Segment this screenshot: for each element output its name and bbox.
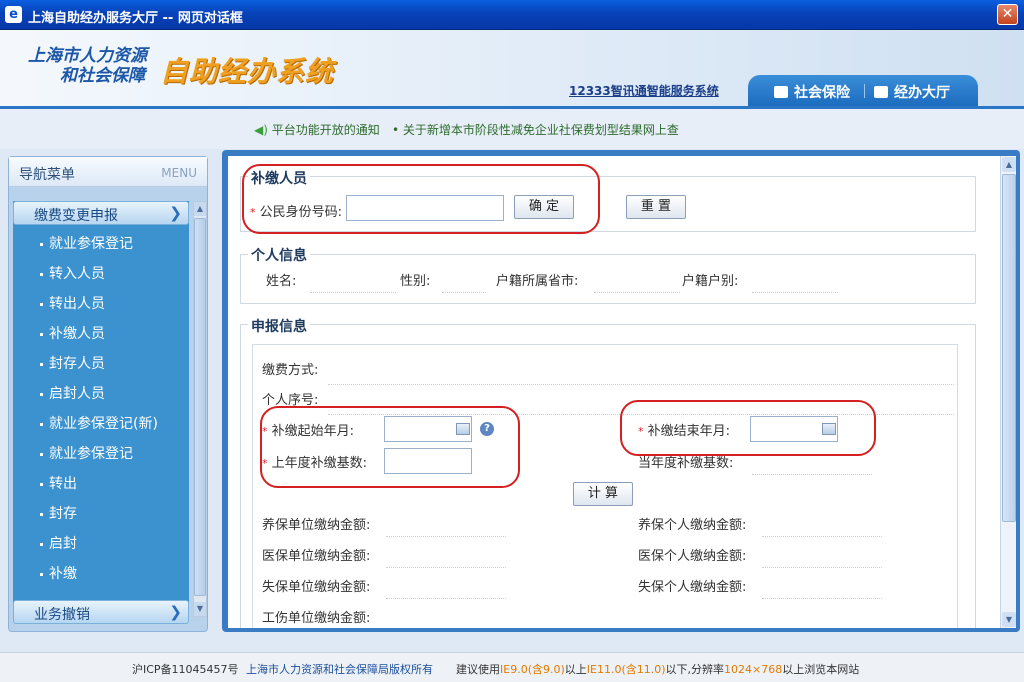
scroll-thumb[interactable] xyxy=(194,218,206,596)
form-content: 补缴人员 * 公民身份号码: 确 定 重 置 个人信息 姓名: 性别: 户籍所属… xyxy=(228,156,1000,628)
copyright-text: 上海市人力资源和社会保障局版权所有 xyxy=(246,663,433,676)
sidebar-group-revoke[interactable]: 业务撤销 ❯ xyxy=(13,600,189,624)
tab-service-hall[interactable]: 经办大厅 xyxy=(874,82,950,102)
window-title-bar: e 上海自助经办服务大厅 -- 网页对话框 ✕ xyxy=(0,0,1024,30)
chevron-right-icon: ❯ xyxy=(169,204,182,222)
pension-unit-label: 养保单位缴纳金额: xyxy=(262,518,371,533)
sidebar-menu: 就业参保登记 转入人员 转出人员 补缴人员 封存人员 启封人员 就业参保登记(新… xyxy=(13,229,189,589)
tab-divider xyxy=(864,84,865,98)
pension-personal-value-line xyxy=(762,536,882,537)
brand-line2: 和社会保障 xyxy=(60,66,145,86)
section-personal-info xyxy=(240,254,976,304)
gender-value-line xyxy=(442,292,486,293)
sidebar-item[interactable]: 转入人员 xyxy=(13,259,189,289)
notice-item[interactable]: • 关于新增本市阶段性减免企业社保费划型结果网上查 xyxy=(392,121,679,138)
sidebar-item[interactable]: 就业参保登记 xyxy=(13,439,189,469)
speaker-icon: ◀) xyxy=(254,123,268,137)
unemployment-unit-label: 失保单位缴纳金额: xyxy=(262,580,371,595)
sidebar-item[interactable]: 启封人员 xyxy=(13,379,189,409)
main-panel: 补缴人员 * 公民身份号码: 确 定 重 置 个人信息 姓名: 性别: 户籍所属… xyxy=(222,150,1020,632)
pay-method-value-line xyxy=(328,384,954,385)
content-scrollbar[interactable]: ▲ ▼ xyxy=(1000,156,1016,628)
hukou-type-value-line xyxy=(752,292,838,293)
unemployment-unit-value-line xyxy=(386,598,506,599)
notice-item[interactable]: ◀) 平台功能开放的通知 xyxy=(254,121,380,138)
group-label: 业务撤销 xyxy=(34,607,90,623)
sidebar-title-en: MENU xyxy=(161,166,197,180)
name-value-line xyxy=(310,292,396,293)
monitor-icon xyxy=(774,86,788,98)
scroll-down-icon[interactable]: ▼ xyxy=(1002,612,1016,627)
unemployment-personal-label: 失保个人缴纳金额: xyxy=(638,580,747,595)
window-title: 上海自助经办服务大厅 -- 网页对话框 xyxy=(28,11,243,26)
sidebar-item[interactable]: 就业参保登记(新) xyxy=(13,409,189,439)
sidebar-item[interactable]: 启封 xyxy=(13,529,189,559)
highlight-mark xyxy=(242,164,600,234)
hall-icon xyxy=(874,86,888,98)
hukou-type-label: 户籍户别: xyxy=(682,274,739,289)
scroll-down-icon[interactable]: ▼ xyxy=(194,602,206,616)
injury-unit-label: 工伤单位缴纳金额: xyxy=(262,611,371,626)
header-tab-bar: 社会保险 经办大厅 xyxy=(748,75,978,106)
tab-social-insurance[interactable]: 社会保险 xyxy=(774,82,850,102)
chevron-right-icon: ❯ xyxy=(169,603,182,621)
brand-line1: 上海市人力资源 xyxy=(28,46,147,66)
pay-method-label: 缴费方式: xyxy=(262,363,319,378)
medical-unit-label: 医保单位缴纳金额: xyxy=(262,549,371,564)
highlight-mark xyxy=(620,400,876,456)
reset-button[interactable]: 重 置 xyxy=(626,195,686,219)
sidebar-item[interactable]: 转出 xyxy=(13,469,189,499)
sidebar-group-fee-change[interactable]: 缴费变更申报 ❯ xyxy=(13,201,189,225)
calculate-button[interactable]: 计 算 xyxy=(573,482,633,506)
brand-logo: 上海市人力资源 和社会保障 xyxy=(28,46,147,86)
sidebar-item[interactable]: 补缴人员 xyxy=(13,319,189,349)
sidebar-item[interactable]: 封存 xyxy=(13,499,189,529)
page-footer: 沪ICP备11045457号 上海市人力资源和社会保障局版权所有 建议使用IE9… xyxy=(0,652,1024,682)
sidebar-header: 导航菜单 MENU xyxy=(9,157,207,187)
group-label: 缴费变更申报 xyxy=(34,208,118,224)
medical-personal-label: 医保个人缴纳金额: xyxy=(638,549,747,564)
sidebar-item[interactable]: 就业参保登记 xyxy=(13,229,189,259)
section-legend: 申报信息 xyxy=(248,316,310,336)
highlight-mark xyxy=(260,406,520,488)
ie-app-icon: e xyxy=(5,6,22,23)
province-value-line xyxy=(594,292,680,293)
sidebar-item[interactable]: 转出人员 xyxy=(13,289,189,319)
section-legend: 个人信息 xyxy=(248,245,310,265)
gender-label: 性别: xyxy=(400,274,431,289)
unemployment-personal-value-line xyxy=(762,598,882,599)
notice-bar: ◀) 平台功能开放的通知 • 关于新增本市阶段性减免企业社保费划型结果网上查 xyxy=(0,109,1024,149)
medical-personal-value-line xyxy=(762,567,882,568)
sidebar-title: 导航菜单 xyxy=(19,167,75,183)
scroll-thumb[interactable] xyxy=(1002,174,1016,522)
close-button[interactable]: ✕ xyxy=(997,4,1018,25)
browser-advice: 建议使用IE9.0(含9.0)以上IE11.0(含11.0)以下,分辨率1024… xyxy=(456,663,860,676)
name-label: 姓名: xyxy=(266,274,297,289)
sidebar-scrollbar[interactable]: ▲ ▼ xyxy=(193,201,207,617)
pension-unit-value-line xyxy=(386,536,506,537)
this-year-base-value-line xyxy=(752,474,872,475)
sidebar-item[interactable]: 封存人员 xyxy=(13,349,189,379)
system-name: 自助经办系统 xyxy=(160,55,335,88)
site-header: 上海市人力资源 和社会保障 自助经办系统 12333智讯通智能服务系统 社会保险… xyxy=(0,30,1024,106)
nav-sidebar: 导航菜单 MENU 缴费变更申报 ❯ 就业参保登记 转入人员 转出人员 补缴人员… xyxy=(8,156,208,632)
icp-text: 沪ICP备11045457号 xyxy=(132,663,239,676)
scroll-up-icon[interactable]: ▲ xyxy=(1002,157,1016,172)
pension-personal-label: 养保个人缴纳金额: xyxy=(638,518,747,533)
province-label: 户籍所属省市: xyxy=(496,274,579,289)
medical-unit-value-line xyxy=(386,567,506,568)
sidebar-item[interactable]: 补缴 xyxy=(13,559,189,589)
link-12333[interactable]: 12333智讯通智能服务系统 xyxy=(569,82,719,99)
scroll-up-icon[interactable]: ▲ xyxy=(194,202,206,216)
